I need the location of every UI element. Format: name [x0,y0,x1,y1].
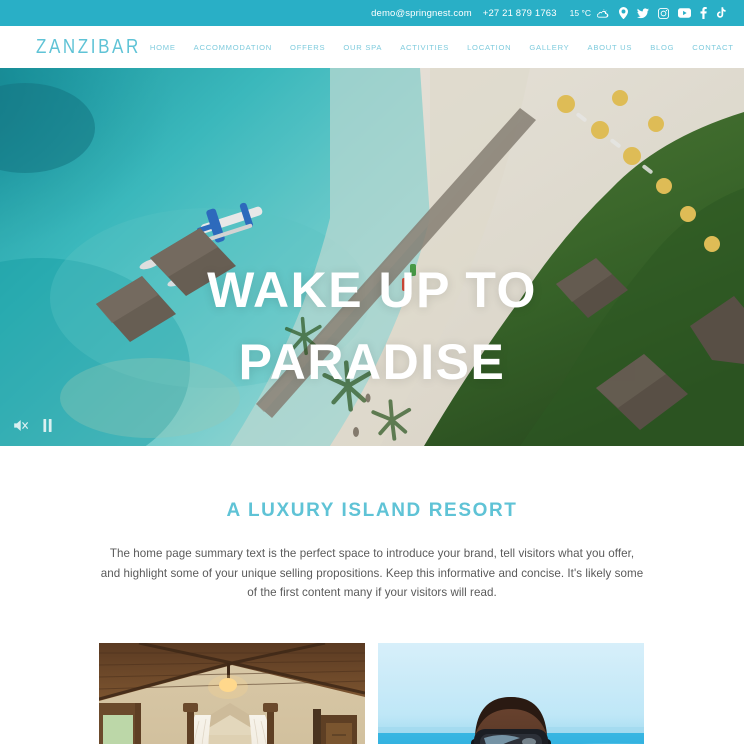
nav-item-gallery[interactable]: GALLERY [520,43,578,52]
twitter-icon[interactable] [637,7,649,19]
nav-item-offers[interactable]: OFFERS [281,43,334,52]
facebook-icon[interactable] [700,7,707,19]
bedroom-image [99,642,365,744]
temperature-label: 15 °C [569,8,591,18]
cloud-icon [596,8,609,19]
nav-item-accommodation[interactable]: ACCOMMODATION [185,43,281,52]
email-link[interactable]: demo@springnest.com [371,8,472,19]
topbar-contact-group: demo@springnest.com +27 21 879 1763 [371,8,557,19]
nav-item-about-us[interactable]: ABOUT US [579,43,642,52]
mute-toggle-icon[interactable] [14,419,29,432]
instagram-icon[interactable] [658,7,669,19]
nav-item-activities[interactable]: ACTIVITIES [391,43,458,52]
main-navigation-bar: ZANZIBAR HOME ACCOMMODATION OFFERS OUR S… [0,26,744,68]
intro-heading: A LUXURY ISLAND RESORT [226,500,518,521]
tiktok-icon[interactable] [716,7,726,19]
youtube-icon[interactable] [678,8,691,18]
intro-section: A LUXURY ISLAND RESORT The home page sum… [0,446,744,603]
weather-widget: 15 °C [570,8,609,19]
phone-link[interactable]: +27 21 879 1763 [483,8,557,19]
nav-item-contact[interactable]: CONTACT [683,43,742,52]
card-accommodation[interactable] [99,642,365,744]
pause-icon[interactable] [42,419,53,432]
hero-media-controls [14,419,53,432]
feature-card-grid [0,642,744,744]
primary-nav-links: HOME ACCOMMODATION OFFERS OUR SPA ACTIVI… [141,34,744,61]
nav-item-blog[interactable]: BLOG [641,43,683,52]
hero-headline-line-1: WAKE UP TO [207,262,537,318]
location-pin-icon[interactable] [619,7,628,19]
nav-item-our-spa[interactable]: OUR SPA [334,43,391,52]
site-logo[interactable]: ZANZIBAR [36,35,141,59]
snorkeler-image [378,642,644,744]
card-activities[interactable] [378,642,644,744]
hero-banner: WAKE UP TO PARADISE [0,68,744,446]
hero-headline: WAKE UP TO PARADISE [0,254,744,398]
hero-headline-line-2: PARADISE [238,334,506,390]
intro-paragraph: The home page summary text is the perfec… [100,547,644,599]
nav-item-home[interactable]: HOME [141,43,185,52]
social-links [619,7,726,19]
nav-item-location[interactable]: LOCATION [458,43,520,52]
top-utility-bar: demo@springnest.com +27 21 879 1763 15 °… [0,0,744,26]
